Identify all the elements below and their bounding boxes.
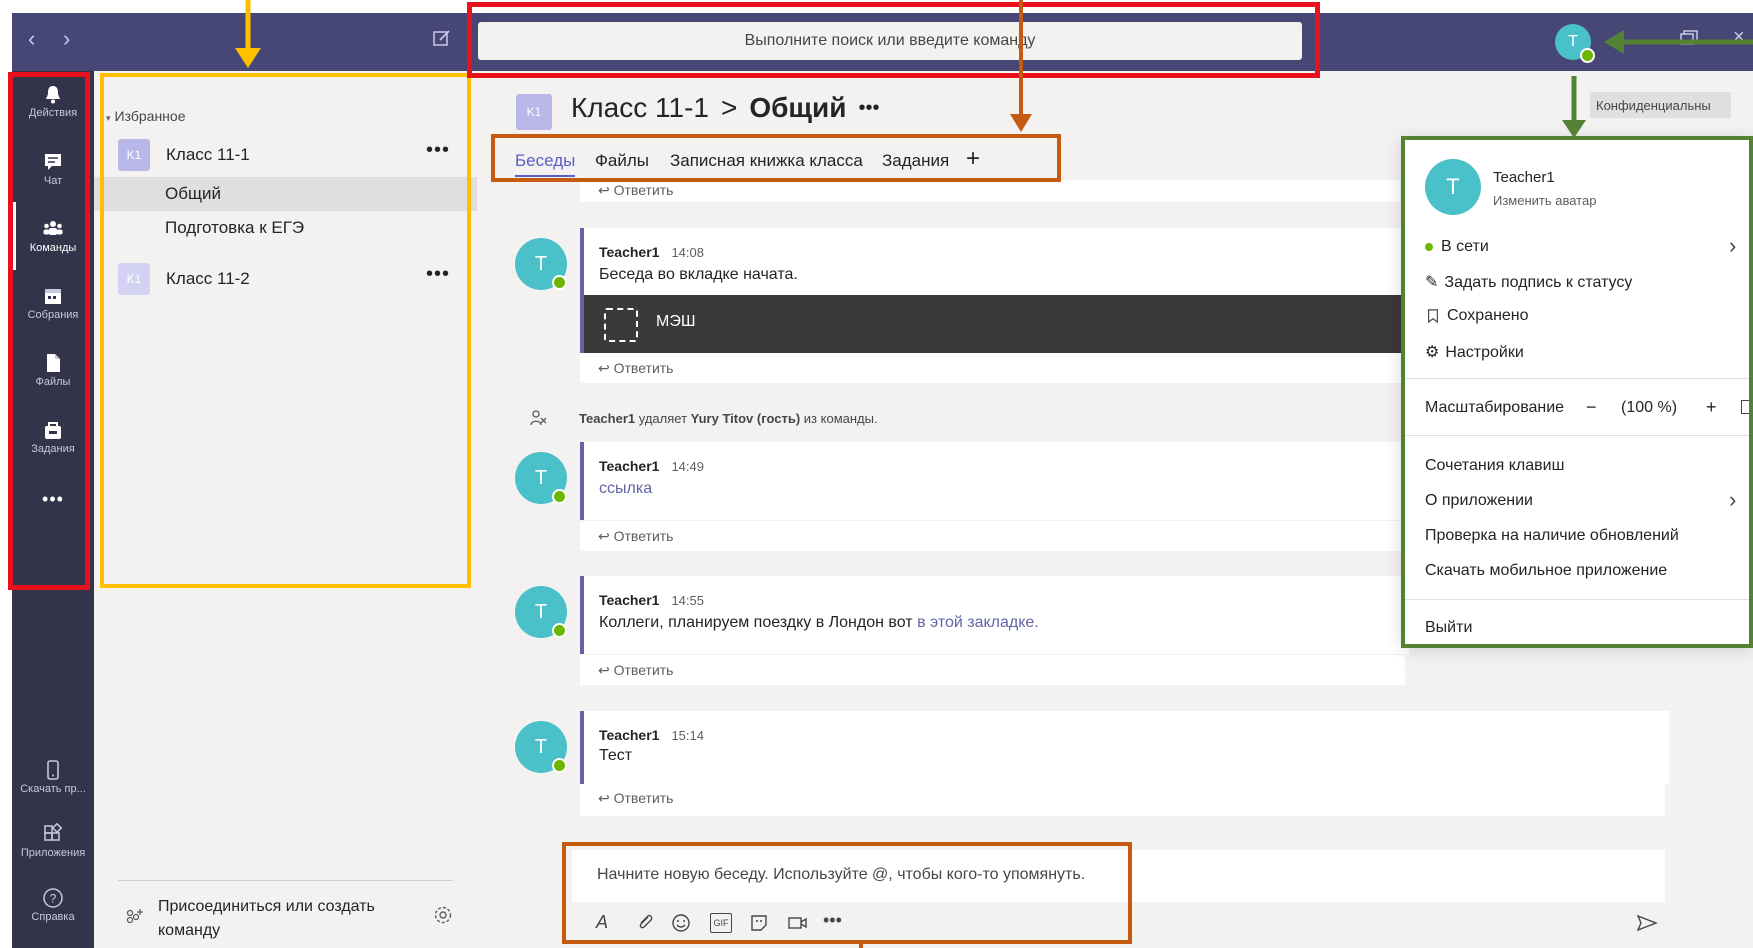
orange-arrow-head xyxy=(1010,114,1032,132)
green-down-arrow-head xyxy=(1562,120,1586,138)
annotation-arrows xyxy=(235,0,1753,948)
yellow-arrow-head xyxy=(235,48,261,68)
green-arrow-head xyxy=(1604,30,1624,54)
